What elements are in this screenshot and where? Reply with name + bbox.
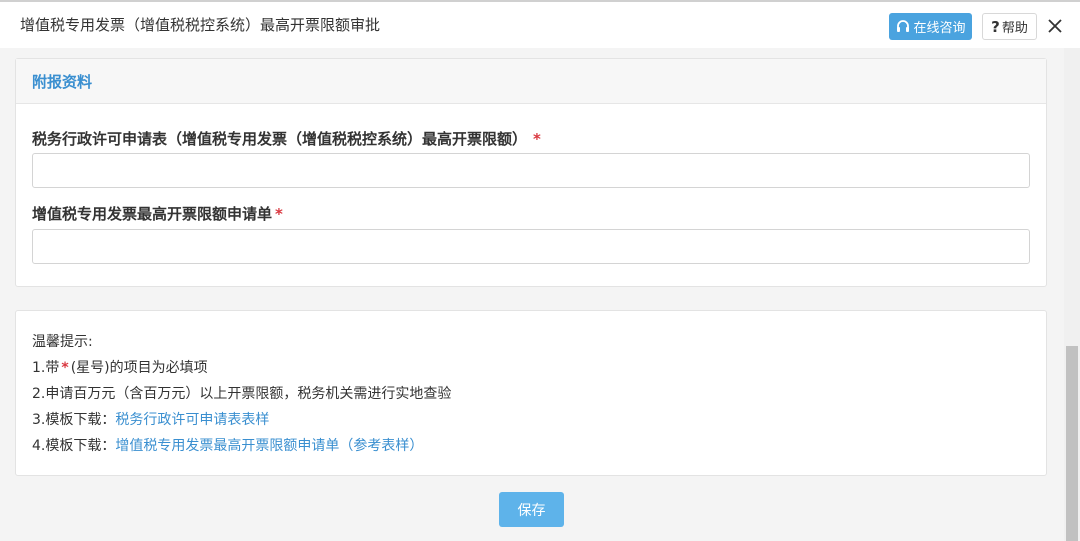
scrollbar-thumb[interactable]	[1066, 346, 1078, 541]
attachments-panel: 附报资料 税务行政许可申请表（增值税专用发票（增值税税控系统）最高开票限额） * …	[15, 58, 1047, 287]
tip-line-3: 3.模板下载：税务行政许可申请表表样	[32, 412, 270, 428]
tips-title: 温馨提示:	[32, 334, 93, 350]
limit-application-upload-field[interactable]	[32, 229, 1030, 264]
required-star: *	[275, 205, 283, 223]
dialog-titlebar: 增值税专用发票（增值税税控系统）最高开票限额审批 在线咨询 ? 帮助	[0, 0, 1080, 48]
save-button[interactable]: 保存	[499, 492, 564, 527]
question-mark-icon: ?	[991, 17, 1000, 36]
help-label: 帮助	[1001, 21, 1028, 36]
attachments-title: 附报资料	[32, 73, 93, 91]
online-consult-button[interactable]: 在线咨询	[889, 13, 972, 40]
field-label-permit-application: 税务行政许可申请表（增值税专用发票（增值税税控系统）最高开票限额） *	[32, 130, 541, 148]
dialog-body[interactable]: 附报资料 税务行政许可申请表（增值税专用发票（增值税税控系统）最高开票限额） * …	[0, 48, 1064, 541]
close-icon[interactable]	[1045, 15, 1065, 37]
dialog-title: 增值税专用发票（增值税税控系统）最高开票限额审批	[20, 16, 381, 34]
headset-icon	[897, 19, 910, 32]
tip-line-4: 4.模板下载：增值税专用发票最高开票限额申请单（参考表样）	[32, 438, 424, 454]
required-star: *	[61, 360, 69, 376]
online-consult-label: 在线咨询	[913, 21, 966, 36]
required-star: *	[533, 130, 541, 148]
limit-template-download-link[interactable]: 增值税专用发票最高开票限额申请单（参考表样）	[115, 438, 423, 454]
tip-line-2: 2.申请百万元（含百万元）以上开票限额，税务机关需进行实地查验	[32, 386, 452, 402]
help-button[interactable]: ? 帮助	[982, 13, 1037, 40]
field-label-limit-application: 增值税专用发票最高开票限额申请单 *	[32, 205, 283, 223]
attachments-header: 附报资料	[16, 59, 1046, 104]
tip-line-1: 1.带 * (星号)的项目为必填项	[32, 360, 208, 376]
tips-panel: 温馨提示: 1.带 * (星号)的项目为必填项 2.申请百万元（含百万元）以上开票限…	[15, 310, 1047, 476]
permit-application-upload-field[interactable]	[32, 153, 1030, 188]
permit-template-download-link[interactable]: 税务行政许可申请表表样	[115, 412, 269, 428]
